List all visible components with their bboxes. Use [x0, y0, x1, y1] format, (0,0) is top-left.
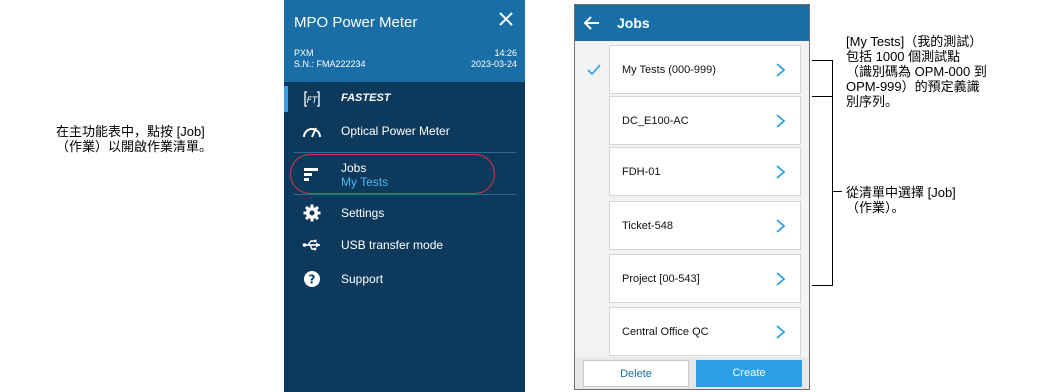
main-menu-screen: MPO Power Meter PXM S.N.: FMA222234 14:2…	[284, 0, 525, 392]
serial-number: S.N.: FMA222234	[294, 59, 366, 69]
bracket-select-job	[812, 96, 833, 286]
chevron-right-icon[interactable]	[774, 271, 786, 287]
job-name: FDH-01	[622, 166, 661, 178]
job-list-item[interactable]: FDH-01	[575, 147, 809, 196]
menu-item-support[interactable]: ? Support	[284, 264, 525, 294]
job-card[interactable]: Central Office QC	[609, 307, 801, 356]
chevron-right-icon[interactable]	[774, 62, 786, 78]
job-card[interactable]: Project [00-543]	[609, 254, 801, 303]
jobs-screen: Jobs My Tests (000-999) DC_E100-AC FDH-0…	[574, 4, 810, 390]
usb-icon	[302, 239, 320, 251]
annotation-left: 在主功能表中，點按 [Job] （作業）以開啟作業清單。	[56, 124, 213, 154]
menu-item-settings-label: Settings	[341, 206, 385, 220]
job-list-item[interactable]: Ticket-548	[575, 201, 809, 250]
create-button[interactable]: Create	[696, 360, 802, 387]
svg-text:?: ?	[309, 273, 316, 287]
job-list-item[interactable]: Central Office QC	[575, 307, 809, 356]
fastest-icon: FT	[304, 91, 320, 107]
help-icon: ?	[304, 271, 320, 287]
job-card[interactable]: DC_E100-AC	[609, 96, 801, 145]
job-list-item[interactable]: DC_E100-AC	[575, 96, 809, 145]
clock-date: 2023-03-24	[470, 59, 517, 69]
job-list-item[interactable]: My Tests (000-999)	[575, 45, 809, 94]
chevron-right-icon[interactable]	[774, 324, 786, 340]
menu-item-optical-power-meter-label: Optical Power Meter	[341, 124, 450, 138]
menu-divider	[294, 194, 516, 195]
job-name: DC_E100-AC	[622, 115, 689, 127]
menu-item-optical-power-meter[interactable]: Optical Power Meter	[284, 116, 525, 146]
chevron-right-icon[interactable]	[774, 113, 786, 129]
annotation-right-top: [My Tests]（我的測試） 包括 1000 個測試點 （識別碼為 OPM-…	[846, 34, 987, 109]
close-icon[interactable]	[495, 8, 517, 30]
bracket-select-job-tick	[832, 191, 842, 192]
job-card[interactable]: My Tests (000-999)	[609, 45, 801, 94]
job-list-item[interactable]: Project [00-543]	[575, 254, 809, 303]
svg-text:FT: FT	[307, 96, 319, 106]
device-model: PXM	[294, 48, 314, 58]
menu-item-usb-transfer-label: USB transfer mode	[341, 238, 444, 252]
delete-button[interactable]: Delete	[583, 360, 689, 387]
menu-divider	[294, 152, 516, 153]
annotation-right-bottom: 從清單中選擇 [Job] （作業）。	[846, 185, 956, 215]
job-name: Ticket-548	[622, 220, 673, 232]
job-name: Project [00-543]	[622, 273, 700, 285]
menu-item-fastest[interactable]: FT FASTEST	[284, 84, 525, 114]
menu-item-settings[interactable]: Settings	[284, 198, 525, 228]
job-name: Central Office QC	[622, 326, 709, 338]
job-card[interactable]: Ticket-548	[609, 201, 801, 250]
back-arrow-icon[interactable]	[583, 14, 601, 32]
menu-item-support-label: Support	[341, 272, 384, 286]
jobs-title: Jobs	[617, 15, 650, 31]
clock-time: 14:26	[494, 48, 517, 58]
gear-icon	[303, 204, 321, 222]
jobs-footer: Delete Create	[575, 357, 809, 389]
menu-header: MPO Power Meter PXM S.N.: FMA222234 14:2…	[284, 0, 525, 82]
jobs-highlight-circle	[290, 154, 495, 194]
jobs-app-bar: Jobs	[575, 5, 809, 41]
device-info: PXM S.N.: FMA222234	[294, 48, 366, 70]
app-title: MPO Power Meter	[294, 14, 418, 31]
chevron-right-icon[interactable]	[774, 164, 786, 180]
datetime: 14:26 2023-03-24	[471, 48, 517, 70]
job-name: My Tests (000-999)	[622, 64, 716, 76]
menu-item-fastest-label: FASTEST	[341, 92, 391, 104]
gauge-icon	[303, 127, 321, 138]
chevron-right-icon[interactable]	[774, 218, 786, 234]
checkmark-icon	[587, 64, 601, 76]
menu-item-usb-transfer[interactable]: USB transfer mode	[284, 230, 525, 260]
job-card[interactable]: FDH-01	[609, 147, 801, 196]
